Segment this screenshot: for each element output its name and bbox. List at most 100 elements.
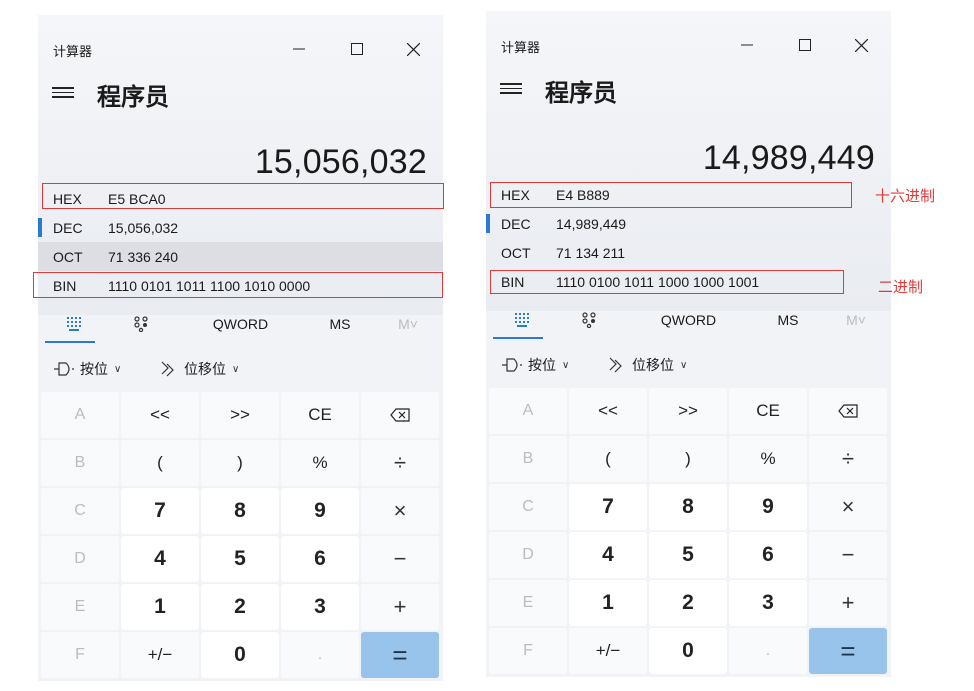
key-4[interactable]: 4 — [569, 532, 647, 578]
key-0[interactable]: 0 — [201, 632, 279, 678]
key-c[interactable]: C — [489, 484, 567, 530]
key-d[interactable]: D — [41, 536, 119, 582]
radix-oct[interactable]: OCT 71 336 240 — [38, 242, 443, 271]
key-3[interactable]: 3 — [281, 584, 359, 630]
key-b[interactable]: B — [489, 436, 567, 482]
key-right-shift[interactable]: >> — [649, 388, 727, 434]
key-divide[interactable]: ÷ — [361, 440, 439, 486]
key-add[interactable]: + — [809, 580, 887, 626]
bit-toggle-icon — [134, 316, 148, 332]
key-multiply[interactable]: × — [809, 484, 887, 530]
radix-oct[interactable]: OCT 71 134 211 — [486, 238, 891, 267]
hamburger-menu-icon[interactable] — [52, 84, 74, 100]
key-clear-entry[interactable]: CE — [729, 388, 807, 434]
key-b[interactable]: B — [41, 440, 119, 486]
key-f[interactable]: F — [489, 628, 567, 674]
radix-dec[interactable]: DEC 14,989,449 — [486, 209, 891, 238]
maximize-button[interactable] — [782, 30, 828, 60]
key-6[interactable]: 6 — [729, 532, 807, 578]
key-close-paren[interactable]: ) — [649, 436, 727, 482]
key-9[interactable]: 9 — [729, 484, 807, 530]
radix-dec[interactable]: DEC 15,056,032 — [38, 213, 443, 242]
key-8[interactable]: 8 — [649, 484, 727, 530]
key-equals[interactable]: = — [361, 632, 439, 678]
minimize-button[interactable] — [724, 30, 770, 60]
key-divide[interactable]: ÷ — [809, 436, 887, 482]
hamburger-menu-icon[interactable] — [500, 80, 522, 96]
word-size-button[interactable]: QWORD — [198, 303, 283, 345]
close-button[interactable] — [390, 34, 436, 64]
minimize-button[interactable] — [276, 34, 322, 64]
memory-recall-button[interactable]: M˅ — [836, 299, 876, 341]
radix-label: OCT — [53, 249, 83, 265]
key-7[interactable]: 7 — [121, 488, 199, 534]
key-equals[interactable]: = — [809, 628, 887, 674]
key-close-paren[interactable]: ) — [201, 440, 279, 486]
memory-recall-button[interactable]: M˅ — [388, 303, 428, 345]
logic-gate-icon — [54, 362, 74, 376]
key-a[interactable]: A — [489, 388, 567, 434]
key-5[interactable]: 5 — [649, 532, 727, 578]
key-6[interactable]: 6 — [281, 536, 359, 582]
key-decimal[interactable]: . — [729, 628, 807, 674]
radix-value: 71 336 240 — [108, 249, 179, 265]
mode-title: 程序员 — [97, 84, 169, 111]
key-percent[interactable]: % — [281, 440, 359, 486]
key-subtract[interactable]: − — [809, 532, 887, 578]
key-f[interactable]: F — [41, 632, 119, 678]
key-1[interactable]: 1 — [121, 584, 199, 630]
key-2[interactable]: 2 — [649, 580, 727, 626]
memory-store-button[interactable]: MS — [318, 303, 362, 345]
bitwise-dropdown[interactable]: 按位 ∨ — [502, 350, 569, 380]
bit-operations-bar: 按位 ∨ 位移位 ∨ — [38, 354, 443, 384]
key-left-shift[interactable]: << — [121, 392, 199, 438]
key-e[interactable]: E — [41, 584, 119, 630]
key-9[interactable]: 9 — [281, 488, 359, 534]
backspace-button[interactable] — [809, 388, 887, 434]
key-multiply[interactable]: × — [361, 488, 439, 534]
key-3[interactable]: 3 — [729, 580, 807, 626]
key-7[interactable]: 7 — [569, 484, 647, 530]
bitwise-label: 按位 — [528, 357, 556, 373]
key-a[interactable]: A — [41, 392, 119, 438]
key-open-paren[interactable]: ( — [121, 440, 199, 486]
radix-value: 14,989,449 — [556, 216, 627, 232]
key-subtract[interactable]: − — [361, 536, 439, 582]
key-decimal[interactable]: . — [281, 632, 359, 678]
word-size-button[interactable]: QWORD — [646, 299, 731, 341]
tab-full-keypad[interactable] — [494, 299, 550, 341]
key-add[interactable]: + — [361, 584, 439, 630]
bitshift-dropdown[interactable]: 位移位 ∨ — [160, 354, 239, 384]
key-d[interactable]: D — [489, 532, 567, 578]
key-right-shift[interactable]: >> — [201, 392, 279, 438]
tab-bit-toggle[interactable] — [118, 303, 164, 345]
key-percent[interactable]: % — [729, 436, 807, 482]
mode-title: 程序员 — [545, 80, 617, 107]
key-clear-entry[interactable]: CE — [281, 392, 359, 438]
maximize-icon — [799, 39, 811, 51]
close-button[interactable] — [838, 30, 884, 60]
maximize-button[interactable] — [334, 34, 380, 64]
key-5[interactable]: 5 — [201, 536, 279, 582]
keypad: A << >> CE B ( ) % ÷ C 7 8 9 × D 4 5 6 −… — [41, 392, 439, 678]
key-c[interactable]: C — [41, 488, 119, 534]
key-negate[interactable]: +/− — [569, 628, 647, 674]
chevron-down-icon: ∨ — [680, 359, 688, 371]
key-0[interactable]: 0 — [649, 628, 727, 674]
key-negate[interactable]: +/− — [121, 632, 199, 678]
key-1[interactable]: 1 — [569, 580, 647, 626]
key-left-shift[interactable]: << — [569, 388, 647, 434]
key-8[interactable]: 8 — [201, 488, 279, 534]
key-open-paren[interactable]: ( — [569, 436, 647, 482]
bitshift-dropdown[interactable]: 位移位 ∨ — [608, 350, 687, 380]
key-e[interactable]: E — [489, 580, 567, 626]
tab-bit-toggle[interactable] — [566, 299, 612, 341]
backspace-button[interactable] — [361, 392, 439, 438]
annotation-box-hex-right — [490, 182, 852, 208]
key-4[interactable]: 4 — [121, 536, 199, 582]
key-2[interactable]: 2 — [201, 584, 279, 630]
tab-full-keypad[interactable] — [46, 303, 102, 345]
bitwise-dropdown[interactable]: 按位 ∨ — [54, 354, 121, 384]
radix-label: DEC — [501, 216, 531, 232]
memory-store-button[interactable]: MS — [766, 299, 810, 341]
